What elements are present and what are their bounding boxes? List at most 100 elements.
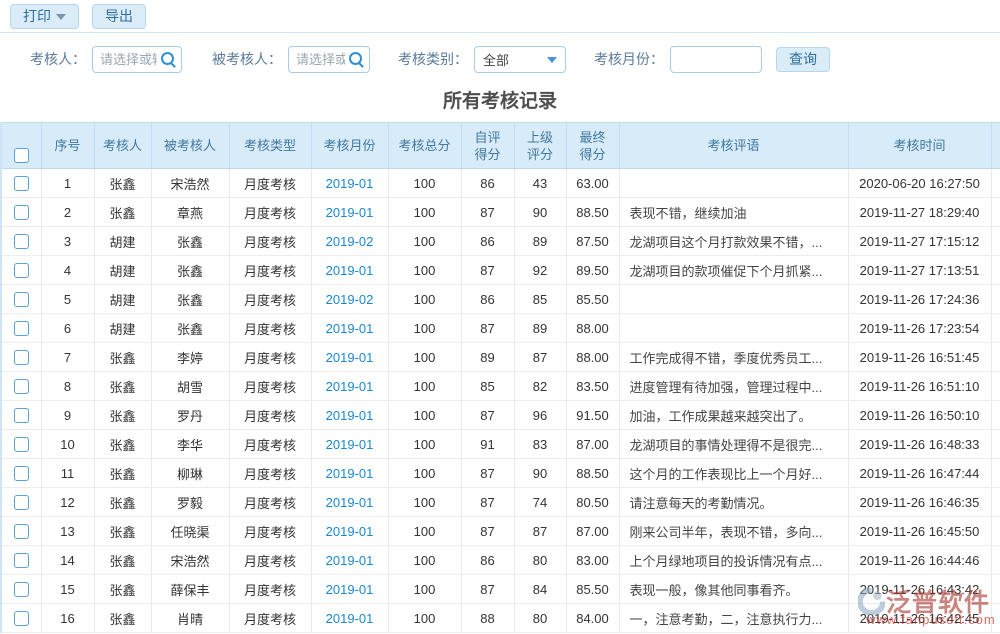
comment-cell: 请注意每天的考勤情况。 — [619, 488, 848, 517]
search-button[interactable]: 查询 — [776, 47, 830, 72]
time-cell: 2019-11-26 16:48:33 — [848, 430, 991, 459]
superior-score-cell: 43 — [514, 169, 566, 198]
row-select-cell — [1, 604, 41, 633]
comment-cell — [619, 314, 848, 343]
row-checkbox[interactable] — [14, 205, 29, 220]
month-link[interactable]: 2019-01 — [326, 495, 374, 510]
row-sliver — [991, 517, 1000, 546]
header-sliver — [991, 123, 1000, 169]
type-cell: 月度考核 — [229, 546, 311, 575]
month-link[interactable]: 2019-01 — [326, 524, 374, 539]
row-checkbox[interactable] — [14, 495, 29, 510]
assessor-cell: 张鑫 — [94, 343, 151, 372]
row-select-cell — [1, 517, 41, 546]
row-checkbox[interactable] — [14, 176, 29, 191]
total-score-cell: 100 — [388, 546, 461, 575]
type-cell: 月度考核 — [229, 372, 311, 401]
row-number: 6 — [41, 314, 94, 343]
month-link[interactable]: 2019-01 — [326, 408, 374, 423]
row-number: 15 — [41, 575, 94, 604]
assessor-cell: 张鑫 — [94, 546, 151, 575]
row-sliver — [991, 227, 1000, 256]
self-score-cell: 89 — [461, 343, 514, 372]
row-select-cell — [1, 575, 41, 604]
export-button[interactable]: 导出 — [92, 4, 146, 29]
type-cell: 月度考核 — [229, 488, 311, 517]
select-all-cell — [1, 123, 41, 169]
row-sliver — [991, 198, 1000, 227]
total-score-cell: 100 — [388, 372, 461, 401]
month-cell: 2019-01 — [311, 314, 388, 343]
row-checkbox[interactable] — [14, 466, 29, 481]
month-link[interactable]: 2019-01 — [326, 350, 374, 365]
row-select-cell — [1, 169, 41, 198]
row-checkbox[interactable] — [14, 553, 29, 568]
row-number: 5 — [41, 285, 94, 314]
row-checkbox[interactable] — [14, 350, 29, 365]
month-link[interactable]: 2019-02 — [326, 292, 374, 307]
month-cell: 2019-01 — [311, 459, 388, 488]
row-checkbox[interactable] — [14, 437, 29, 452]
assessor-cell: 胡建 — [94, 285, 151, 314]
column-header: 最终 得分 — [566, 123, 619, 169]
month-link[interactable]: 2019-01 — [326, 466, 374, 481]
table-row: 1张鑫宋浩然月度考核2019-01100864363.002020-06-20 … — [1, 169, 1000, 198]
column-header: 自评 得分 — [461, 123, 514, 169]
month-cell: 2019-01 — [311, 343, 388, 372]
type-cell: 月度考核 — [229, 227, 311, 256]
row-checkbox[interactable] — [14, 263, 29, 278]
row-checkbox[interactable] — [14, 611, 29, 626]
final-score-cell: 83.00 — [566, 546, 619, 575]
month-link[interactable]: 2019-01 — [326, 321, 374, 336]
month-link[interactable]: 2019-01 — [326, 611, 374, 626]
final-score-cell: 87.00 — [566, 430, 619, 459]
month-cell: 2019-01 — [311, 372, 388, 401]
month-link[interactable]: 2019-01 — [326, 437, 374, 452]
assessee-cell: 宋浩然 — [151, 169, 229, 198]
superior-score-cell: 89 — [514, 227, 566, 256]
print-button[interactable]: 打印 — [10, 4, 79, 29]
assessor-cell: 张鑫 — [94, 604, 151, 633]
self-score-cell: 91 — [461, 430, 514, 459]
category-select[interactable]: 全部 — [474, 46, 566, 73]
assessee-cell: 张鑫 — [151, 227, 229, 256]
table-row: 11张鑫柳琳月度考核2019-01100879088.50这个月的工作表现比上一… — [1, 459, 1000, 488]
row-checkbox[interactable] — [14, 321, 29, 336]
month-link[interactable]: 2019-01 — [326, 205, 374, 220]
total-score-cell: 100 — [388, 575, 461, 604]
row-select-cell — [1, 343, 41, 372]
final-score-cell: 87.50 — [566, 227, 619, 256]
row-number: 13 — [41, 517, 94, 546]
month-link[interactable]: 2019-01 — [326, 379, 374, 394]
final-score-cell: 85.50 — [566, 285, 619, 314]
assessor-cell: 张鑫 — [94, 401, 151, 430]
month-link[interactable]: 2019-01 — [326, 553, 374, 568]
search-icon[interactable] — [349, 52, 365, 68]
type-cell: 月度考核 — [229, 198, 311, 227]
type-cell: 月度考核 — [229, 517, 311, 546]
month-link[interactable]: 2019-01 — [326, 176, 374, 191]
row-sliver — [991, 459, 1000, 488]
superior-score-cell: 85 — [514, 285, 566, 314]
total-score-cell: 100 — [388, 256, 461, 285]
self-score-cell: 87 — [461, 256, 514, 285]
table-row: 2张鑫章燕月度考核2019-01100879088.50表现不错，继续加油201… — [1, 198, 1000, 227]
type-cell: 月度考核 — [229, 430, 311, 459]
row-checkbox[interactable] — [14, 408, 29, 423]
select-all-checkbox[interactable] — [14, 148, 29, 163]
superior-score-cell: 80 — [514, 604, 566, 633]
row-checkbox[interactable] — [14, 292, 29, 307]
row-sliver — [991, 285, 1000, 314]
search-icon[interactable] — [161, 52, 177, 68]
row-checkbox[interactable] — [14, 582, 29, 597]
row-number: 10 — [41, 430, 94, 459]
self-score-cell: 85 — [461, 372, 514, 401]
month-input[interactable] — [670, 46, 762, 73]
row-checkbox[interactable] — [14, 379, 29, 394]
superior-score-cell: 87 — [514, 517, 566, 546]
month-link[interactable]: 2019-02 — [326, 234, 374, 249]
row-checkbox[interactable] — [14, 524, 29, 539]
month-link[interactable]: 2019-01 — [326, 582, 374, 597]
month-link[interactable]: 2019-01 — [326, 263, 374, 278]
row-checkbox[interactable] — [14, 234, 29, 249]
